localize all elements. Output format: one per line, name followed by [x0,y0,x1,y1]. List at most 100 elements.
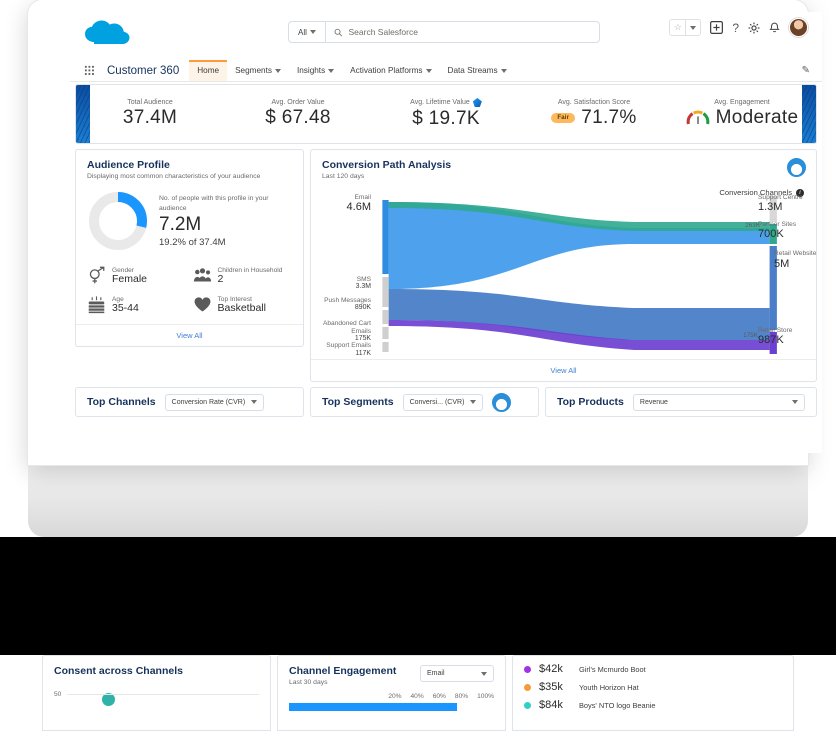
audience-view-all-link[interactable]: View All [76,324,303,346]
nav-item-data-streams[interactable]: Data Streams [440,60,515,81]
search-scope-select[interactable]: All [288,21,326,43]
sankey-svg [382,196,777,354]
nav-item-segments[interactable]: Segments [227,60,289,81]
attribute-children: Children in Household 2 [193,266,293,285]
nav-item-activation-platforms[interactable]: Activation Platforms [342,60,439,81]
gender-icon [89,266,105,284]
conversion-path-card: Conversion Path Analysis Last 120 days C… [310,149,817,382]
list-item[interactable]: $35k Youth Horizon Hat [524,681,782,693]
conversion-channels-header: Conversion Channels i [719,188,804,197]
audience-profile-card: Audience Profile Displaying most common … [75,149,304,347]
favorite-star-icon[interactable]: ☆ [670,20,685,35]
audience-donut-chart [87,190,149,252]
axis-tick: 60% [432,693,446,700]
chevron-down-icon [328,68,335,73]
search-input[interactable] [348,27,599,37]
chevron-down-icon [792,400,798,404]
page-title: Audience Profile [87,159,170,171]
list-item[interactable]: $84k Boys' NTO logo Beanie [524,699,782,711]
axis-tick: 80% [454,693,469,700]
card-title: Top Channels [87,396,156,408]
kpi-avg-satisfaction-score: Avg. Satisfaction Score Fair 71.7% [520,99,668,129]
kpi-summary-band: Total Audience 37.4M Avg. Order Value $ … [75,84,817,144]
nav-label: Home [197,66,220,75]
top-channels-metric-select[interactable]: Conversion Rate (CVR) [164,393,265,411]
kpi-value-wrap: Fair 71.7% [551,107,636,129]
salesforce-cloud-logo [85,20,130,44]
chevron-down-icon [500,68,507,73]
audience-metric-sub: 19.2% of 37.4M [159,236,226,248]
kpi-value: Moderate [715,107,799,128]
right-column: Conversion Path Analysis Last 120 days C… [310,149,817,382]
consent-axis-tick: 50 [54,691,62,698]
card-title: Top Segments [322,396,394,408]
favorite-caret-icon[interactable] [685,20,700,35]
kpi-label: Avg. Lifetime Value [410,98,482,107]
salesforce-header: All ☆ [70,12,822,60]
kpi-value: $ 19.7K [412,108,480,129]
select-value: Conversion Rate (CVR) [171,398,246,406]
engagement-card-subtitle: Last 30 days [289,679,328,686]
heart-icon [194,297,210,312]
card-title: Top Products [557,396,624,408]
kpi-label: Avg. Engagement [714,99,770,106]
top-segments-metric-select[interactable]: Conversi... (CVR) [402,393,484,411]
salesforce-dashboard-screen: All ☆ [70,12,822,453]
monitor-shell: All ☆ [28,0,822,465]
chevron-down-icon [251,400,258,404]
axis-tick: 20% [388,693,402,700]
conversion-view-all-link[interactable]: View All [311,359,816,381]
kpi-avg-engagement: Avg. Engagement Moderate [668,99,816,129]
nav-item-insights[interactable]: Insights [289,60,342,81]
band-decoration-right [802,85,816,143]
attribute-value: Female [112,272,148,285]
birthday-cake-icon [88,296,105,314]
dashboard-main: Audience Profile Displaying most common … [70,144,822,387]
avatar[interactable] [789,18,808,37]
audience-profile-summary: No. of people with this profile in your … [76,184,303,260]
help-icon[interactable]: ? [732,22,739,34]
app-launcher-icon[interactable] [710,21,724,34]
audience-profile-subtitle: Displaying most common characteristics o… [87,173,261,180]
einstein-avatar-icon[interactable] [787,158,806,177]
app-navigation-bar: Customer 360 Home Segments Insights Acti… [70,60,822,82]
select-value: Revenue [639,398,668,406]
kpi-label-text: Avg. Lifetime Value [410,99,470,106]
status-badge: Fair [551,113,576,123]
info-icon[interactable]: i [796,188,804,197]
engagement-bar [289,703,458,711]
attribute-value: Basketball [217,301,266,314]
engagement-channel-select[interactable]: Email [420,665,494,682]
top-segments-card: Top Segments Conversi... (CVR) [310,387,539,417]
attribute-key: Children in Household [217,266,283,274]
attribute-value: 35-44 [112,301,139,314]
axis-tick: 100% [477,693,494,700]
global-search[interactable]: All [288,21,600,43]
legend-dot-icon [524,665,531,673]
audience-attributes: Gender Female Children in Household 2 Ag… [76,260,303,324]
app-grid-icon[interactable] [84,60,97,81]
kpi-value: 71.7% [581,107,637,128]
chevron-down-icon [274,68,281,73]
top-channels-card: Top Channels Conversion Rate (CVR) [75,387,304,417]
edit-page-pencil-icon[interactable]: ✎ [802,65,810,76]
product-amount: $35k [539,681,563,693]
search-input-wrap[interactable] [326,21,600,43]
product-amount: $84k [539,699,563,711]
kpi-avg-order-value: Avg. Order Value $ 67.48 [224,99,372,129]
favorite-group[interactable]: ☆ [669,19,702,36]
setup-gear-icon[interactable] [748,22,760,34]
nav-item-home[interactable]: Home [189,60,228,81]
top-products-metric-select[interactable]: Revenue [632,393,805,411]
screenshot-stage: Consent across Channels 50 Channel Engag… [0,0,836,731]
list-item[interactable]: $42k Girl's Mcmurdo Boot [524,663,782,675]
search-scope-value: All [298,27,307,37]
kpi-value-wrap: Moderate [686,107,799,129]
nav-label: Data Streams [447,66,498,75]
top-products-list-card: $42k Girl's Mcmurdo Boot $35k Youth Hori… [512,655,794,731]
kpi-avg-lifetime-value: Avg. Lifetime Value $ 19.7K [372,98,520,130]
product-name: Boys' NTO logo Beanie [579,700,656,710]
notifications-bell-icon[interactable] [769,22,780,34]
einstein-avatar-icon[interactable] [492,392,512,412]
einstein-icon [472,98,482,107]
